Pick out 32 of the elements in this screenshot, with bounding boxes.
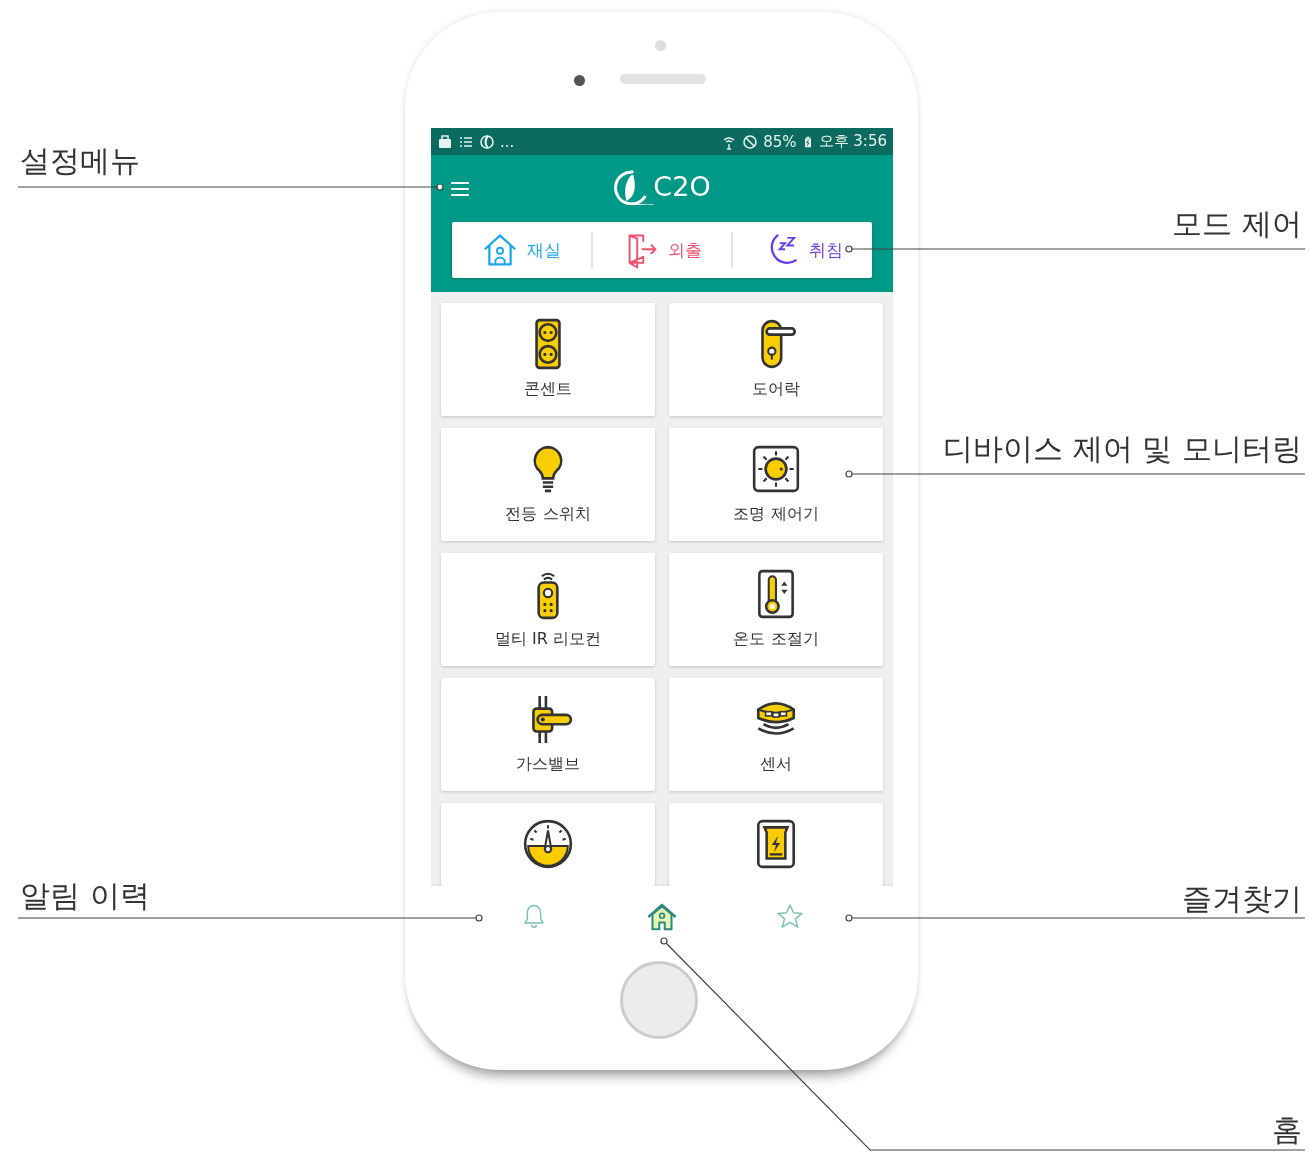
app-logo: C2O xyxy=(653,172,711,202)
callout-label: 홈 xyxy=(1272,1112,1302,1148)
mode-button[interactable]: 취침 xyxy=(733,225,872,275)
device-card[interactable] xyxy=(669,803,883,886)
leaf-logo-icon xyxy=(613,169,654,205)
clock-time: 오후 3:56 xyxy=(818,132,887,151)
device-card[interactable]: 온도 조절기 xyxy=(669,553,883,666)
device-card[interactable]: 가스밸브 xyxy=(441,678,655,791)
callout-label: 즐겨찾기 xyxy=(1182,881,1302,917)
mode-label: 취침 xyxy=(808,238,843,262)
callout-label: 설정메뉴 xyxy=(20,143,140,179)
gauge-icon xyxy=(522,818,574,870)
notification-more: ... xyxy=(500,132,515,151)
sensor-dot xyxy=(655,40,666,51)
battery-percent: 85% xyxy=(763,132,797,151)
device-card[interactable]: 전등 스위치 xyxy=(441,428,655,541)
callout-label: 디바이스 제어 및 모니터링 xyxy=(943,431,1302,467)
camera-lens xyxy=(574,75,585,86)
device-card[interactable]: 멀티 IR 리모컨 xyxy=(441,553,655,666)
dimmer-knob-icon xyxy=(750,443,802,495)
briefcase-icon xyxy=(437,133,453,150)
mode-label: 재실 xyxy=(527,238,562,262)
mode-label: 외출 xyxy=(668,238,702,262)
device-card[interactable]: 콘센트 xyxy=(441,303,655,416)
leaf-logo-icon xyxy=(479,133,495,150)
callout-label: 모드 제어 xyxy=(1172,206,1302,242)
callout-label: 알림 이력 xyxy=(20,878,150,914)
device-card[interactable]: 조명 제어기 xyxy=(669,428,883,541)
blocked-icon xyxy=(742,133,759,150)
device-card[interactable]: 센서 xyxy=(669,678,883,791)
device-card[interactable] xyxy=(441,803,655,886)
device-card[interactable]: 도어락 xyxy=(669,303,883,416)
